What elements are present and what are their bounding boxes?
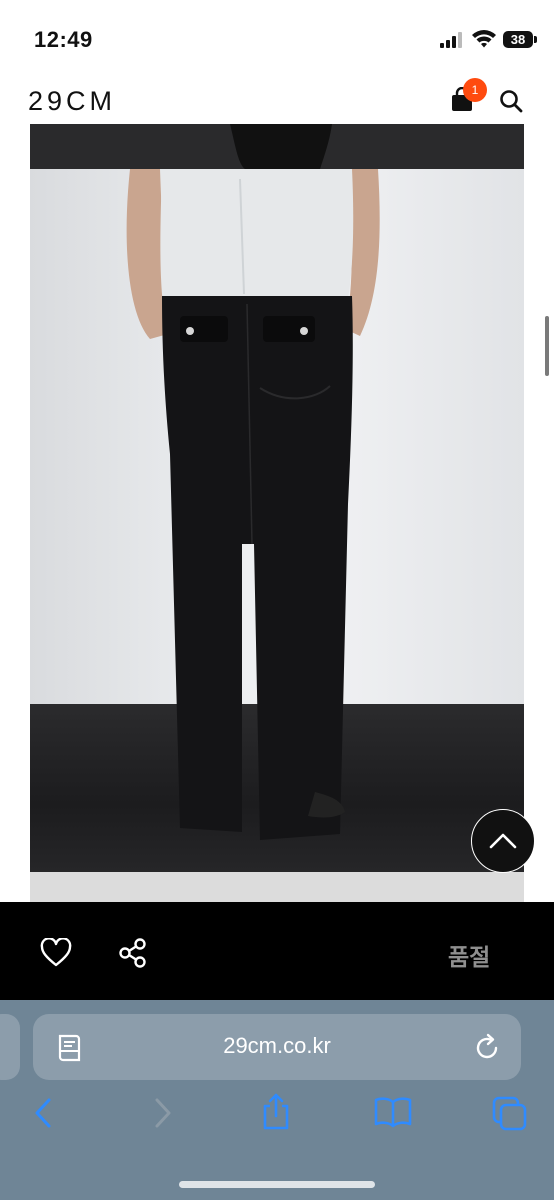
tabs-icon[interactable] xyxy=(492,1096,528,1132)
home-indicator[interactable] xyxy=(179,1181,375,1188)
scroll-to-top-button[interactable] xyxy=(471,809,535,873)
site-header: 29CM 1 xyxy=(0,78,554,124)
back-chevron-icon[interactable] xyxy=(32,1096,54,1130)
status-bar: 12:49 38 xyxy=(0,0,554,80)
share-sheet-icon[interactable] xyxy=(260,1092,292,1132)
site-logo[interactable]: 29CM xyxy=(28,86,116,117)
address-bar[interactable]: 29cm.co.kr xyxy=(33,1014,521,1080)
cart-count-badge: 1 xyxy=(463,78,487,102)
page-scroll-indicator[interactable] xyxy=(545,316,549,376)
product-photo xyxy=(30,124,524,902)
browser-bottom-bar: 29cm.co.kr xyxy=(0,1000,554,1200)
share-icon[interactable] xyxy=(118,938,148,968)
url-text: 29cm.co.kr xyxy=(223,1033,331,1058)
cellular-signal-icon xyxy=(440,32,466,48)
reload-icon[interactable] xyxy=(475,1033,501,1061)
wifi-icon xyxy=(472,30,496,48)
chevron-up-icon xyxy=(489,833,517,849)
status-time: 12:49 xyxy=(34,27,93,52)
sold-out-label: 품절 xyxy=(448,945,491,971)
heart-icon[interactable] xyxy=(40,938,72,968)
forward-chevron-icon[interactable] xyxy=(152,1096,174,1130)
photo-bottom-band xyxy=(30,872,524,902)
product-action-bar: 품절 xyxy=(0,902,554,1000)
battery-cap xyxy=(534,36,537,43)
browser-toolbar xyxy=(0,1093,554,1142)
bookmarks-icon[interactable] xyxy=(374,1096,412,1128)
model-figure xyxy=(126,124,380,840)
battery-icon: 38 xyxy=(503,31,533,48)
search-icon[interactable] xyxy=(498,88,524,114)
previous-tab-peek[interactable] xyxy=(0,1014,20,1080)
